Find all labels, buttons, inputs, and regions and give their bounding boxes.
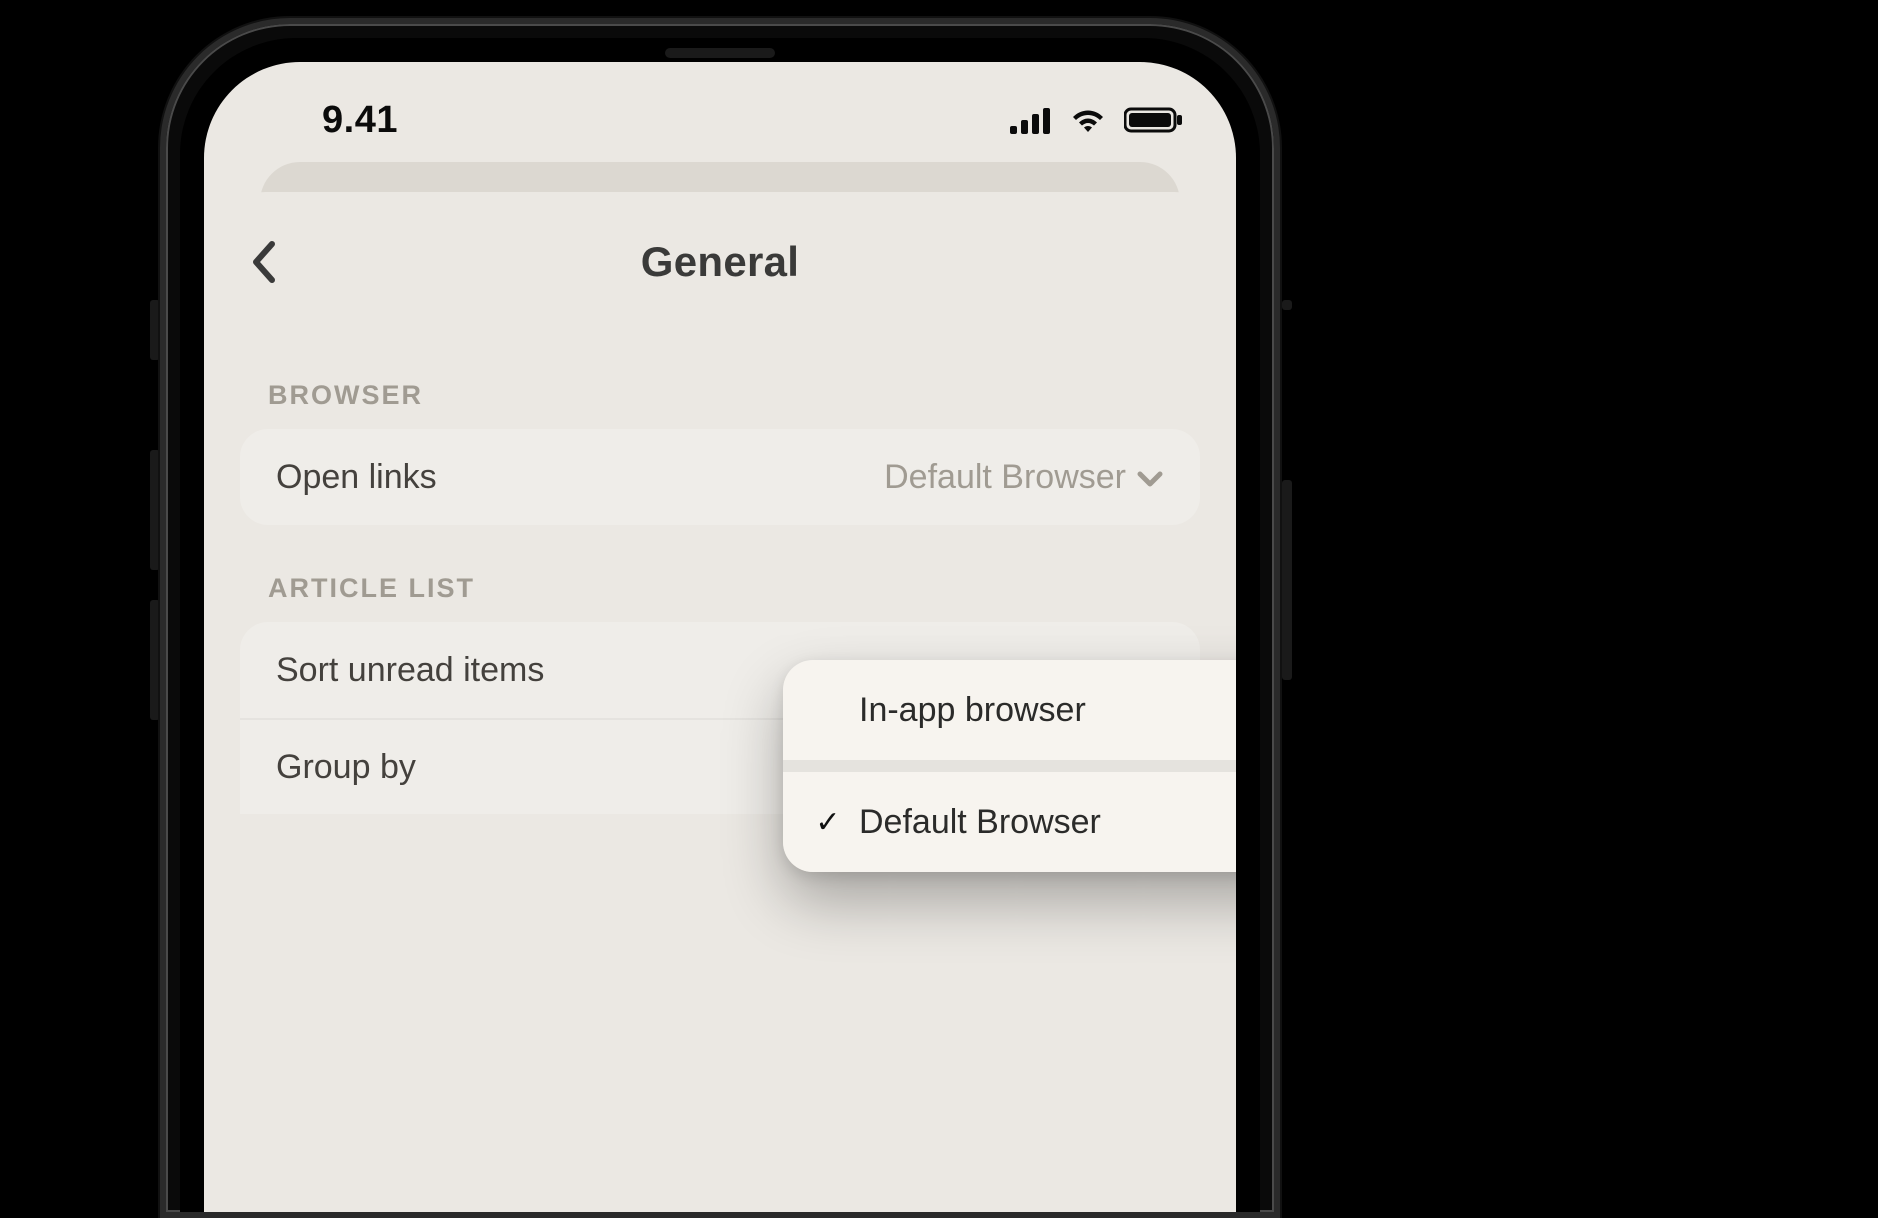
phone-power-button	[1282, 480, 1292, 680]
section-header-article-list: ARTICLE LIST	[240, 525, 1200, 622]
nav-header: General	[216, 192, 1224, 332]
phone-inner-frame: 9.41	[180, 38, 1260, 1212]
popover-option-label: Default Browser	[859, 803, 1101, 842]
phone-mute-switch	[150, 300, 160, 360]
open-links-value: Default Browser	[884, 458, 1164, 497]
group-by-label: Group by	[276, 748, 416, 787]
back-button[interactable]	[240, 238, 288, 286]
popover-option-default-browser[interactable]: ✓ Default Browser	[783, 772, 1236, 872]
open-links-value-text: Default Browser	[884, 458, 1126, 497]
phone-earpiece	[665, 48, 775, 58]
checkmark-icon: ✓	[811, 805, 845, 840]
popover-option-in-app-browser[interactable]: In-app browser	[783, 660, 1236, 760]
phone-volume-down	[150, 600, 160, 720]
wifi-icon	[1068, 106, 1108, 134]
cellular-icon	[1010, 106, 1052, 134]
status-time: 9.41	[322, 99, 398, 142]
open-links-label: Open links	[276, 458, 437, 497]
sort-unread-label: Sort unread items	[276, 651, 544, 690]
settings-sheet: General BROWSER Open links Default Brows…	[216, 192, 1224, 1212]
battery-icon	[1124, 106, 1184, 134]
popover-option-label: In-app browser	[859, 691, 1086, 730]
open-links-row[interactable]: Open links Default Browser	[240, 429, 1200, 525]
chevron-down-icon	[1136, 458, 1164, 497]
phone-volume-up	[150, 450, 160, 570]
section-header-browser: BROWSER	[240, 332, 1200, 429]
open-links-popover: In-app browser ✓ Default Browser	[783, 660, 1236, 872]
phone-frame: 9.41	[160, 18, 1280, 1218]
status-right	[1010, 106, 1184, 134]
phone-antenna-line	[1282, 300, 1292, 310]
status-bar: 9.41	[204, 96, 1236, 144]
page-title: General	[641, 238, 800, 286]
chevron-left-icon	[250, 240, 278, 284]
phone-screen: 9.41	[204, 62, 1236, 1212]
